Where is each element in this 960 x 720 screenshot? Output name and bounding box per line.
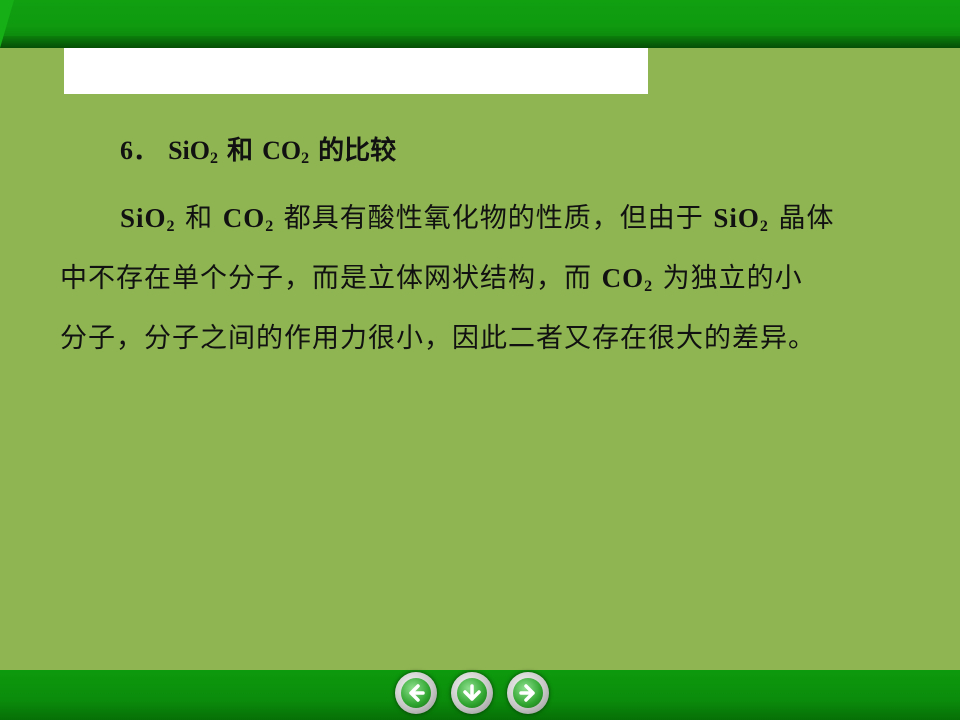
prev-slide-button[interactable] [395,672,437,714]
right-arrow-icon [513,678,543,708]
paragraph-line-3: 分子，分子之间的作用力很小，因此二者又存在很大的差异。 [60,323,816,354]
paragraph-line-1: SiO2 和 CO2 都具有酸性氧化物的性质，但由于 SiO2 晶体 [120,203,835,235]
top-bar-shadow [0,36,960,48]
paragraph-line-2: 中不存在单个分子，而是立体网状结构，而 CO2 为独立的小 [60,263,803,295]
down-arrow-icon [457,678,487,708]
down-slide-button[interactable] [451,672,493,714]
section-heading: 6． SiO2 和 CO2 的比较 [120,136,397,167]
next-slide-button[interactable] [507,672,549,714]
top-bar-corner [0,0,14,48]
title-placeholder-box [64,48,648,94]
left-arrow-icon [401,678,431,708]
